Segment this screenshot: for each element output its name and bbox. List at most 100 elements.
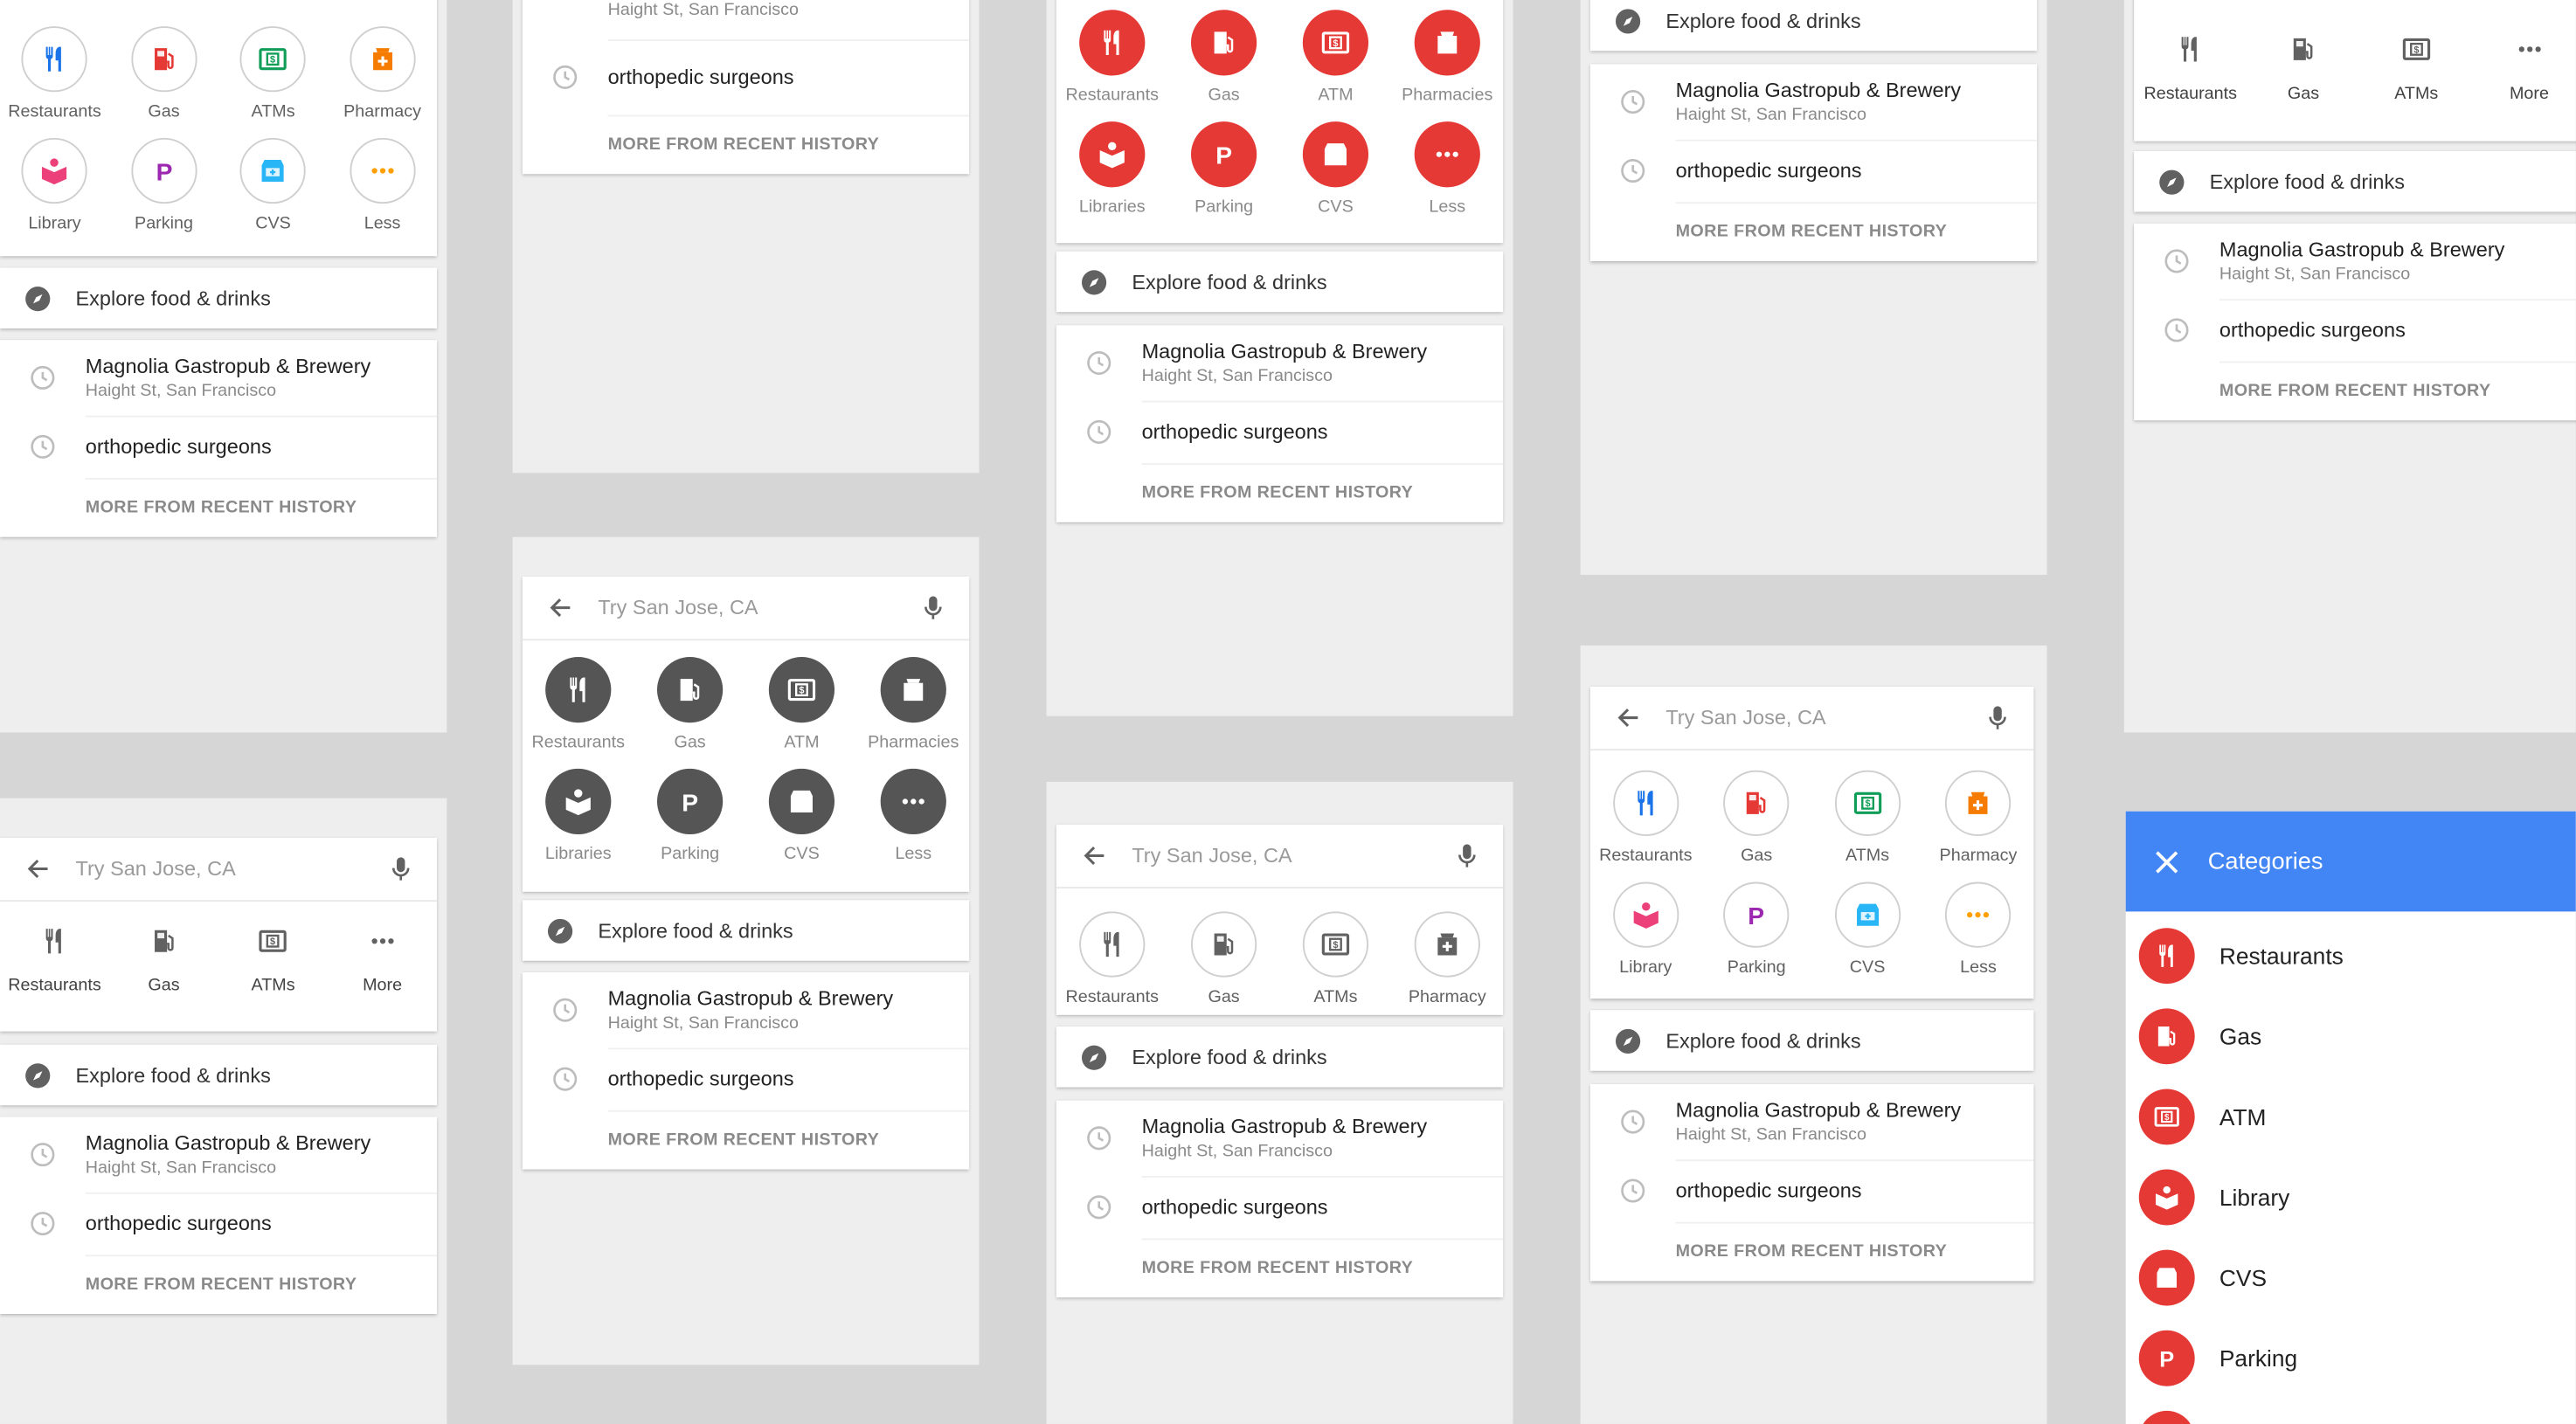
history-item[interactable]: orthopedic surgeons <box>1056 1176 1504 1240</box>
history-item[interactable]: Magnolia Gastropub & Brewery Haight St, S… <box>1056 325 1504 402</box>
history-item[interactable]: orthopedic surgeons <box>523 1047 970 1111</box>
category-atms[interactable]: $ ATMs <box>218 902 328 1018</box>
category-atm[interactable]: $ ATM <box>746 650 858 762</box>
category-library[interactable]: Library <box>1590 875 1701 987</box>
categories-item-library[interactable]: Library <box>2126 1157 2576 1237</box>
category-less[interactable]: Less <box>328 131 437 243</box>
category-gas[interactable]: Gas <box>2247 10 2359 126</box>
history-item[interactable]: orthopedic surgeons <box>0 416 438 480</box>
more-history-link[interactable]: MORE FROM RECENT HISTORY <box>0 478 437 537</box>
explore-row[interactable]: Explore food & drinks <box>1590 0 2037 51</box>
explore-card[interactable]: Explore food & drinks <box>1056 251 1504 313</box>
history-item[interactable]: orthopedic surgeons <box>0 1192 438 1256</box>
history-item[interactable]: Magnolia Gastropub & Brewery Haight St, S… <box>523 972 970 1049</box>
category-less[interactable]: Less <box>1391 115 1503 227</box>
voice-search-button[interactable] <box>1430 825 1503 887</box>
category-atms[interactable]: $ ATMs <box>218 20 328 132</box>
voice-search-button[interactable] <box>364 838 437 900</box>
search-input[interactable]: Try San Jose, CA <box>1132 844 1430 867</box>
history-item[interactable]: Magnolia Gastropub & Brewery Haight St, S… <box>1590 64 2038 141</box>
category-cvs[interactable]: CVS <box>1280 115 1392 227</box>
category-gas[interactable]: Gas <box>1168 3 1280 115</box>
history-item[interactable]: orthopedic surgeons <box>2134 299 2576 363</box>
category-parking[interactable]: P Parking <box>109 131 218 243</box>
categories-item-partial[interactable] <box>2126 1398 2576 1424</box>
more-history-link[interactable]: MORE FROM RECENT HISTORY <box>2134 362 2576 421</box>
category-less[interactable]: Less <box>1923 875 2034 987</box>
close-button[interactable] <box>2126 850 2208 873</box>
more-history-link[interactable]: MORE FROM RECENT HISTORY <box>1590 202 2037 261</box>
explore-card[interactable]: Explore food & drinks <box>1589 1010 2034 1071</box>
categories-item-atm[interactable]: $ ATM <box>2126 1075 2576 1156</box>
category-restaurants[interactable]: Restaurants <box>1590 764 1701 875</box>
back-button[interactable] <box>1590 687 1665 749</box>
explore-row[interactable]: Explore food & drinks <box>1056 1027 1503 1088</box>
explore-card[interactable]: Explore food & drinks <box>2134 150 2576 212</box>
more-history-link[interactable]: MORE FROM RECENT HISTORY <box>1056 463 1503 522</box>
more-history-link[interactable]: MORE FROM RECENT HISTORY <box>1056 1239 1503 1298</box>
category-parking[interactable]: P Parking <box>1168 115 1280 227</box>
explore-card[interactable]: Explore food & drinks <box>0 267 438 328</box>
explore-row[interactable]: Explore food & drinks <box>1056 252 1503 313</box>
category-pharmacy[interactable]: Pharmacy <box>1923 764 2034 875</box>
category-libraries[interactable]: Libraries <box>523 762 634 874</box>
category-restaurants[interactable]: Restaurants <box>0 20 109 132</box>
category-more[interactable]: More <box>2473 10 2576 126</box>
category-gas[interactable]: Gas <box>109 20 218 132</box>
search-input[interactable]: Try San Jose, CA <box>75 857 364 880</box>
categories-item-restaurants[interactable]: Restaurants <box>2126 915 2576 995</box>
category-atms[interactable]: $ ATMs <box>1812 764 1923 875</box>
back-button[interactable] <box>523 577 598 639</box>
history-item[interactable]: orthopedic surgeons <box>523 39 970 116</box>
category-restaurants[interactable]: Restaurants <box>2134 10 2247 126</box>
category-libraries[interactable]: Libraries <box>1056 115 1168 227</box>
category-cvs[interactable]: CVS <box>746 762 858 874</box>
category-restaurants[interactable]: Restaurants <box>1056 905 1168 1017</box>
more-history-link[interactable]: MORE FROM RECENT HISTORY <box>0 1255 437 1314</box>
category-pharmacies[interactable]: Pharmacies <box>857 650 969 762</box>
search-input[interactable]: Try San Jose, CA <box>1665 706 1961 729</box>
category-pharmacy[interactable]: Pharmacy <box>328 20 437 132</box>
explore-row[interactable]: Explore food & drinks <box>0 1045 437 1106</box>
search-input[interactable]: Try San Jose, CA <box>598 596 897 619</box>
category-atms[interactable]: $ ATMs <box>1280 905 1392 1017</box>
category-more[interactable]: More <box>328 902 437 1018</box>
more-history-link[interactable]: MORE FROM RECENT HISTORY <box>1590 1222 2034 1282</box>
category-library[interactable]: Library <box>0 131 109 243</box>
history-item[interactable]: orthopedic surgeons <box>1590 140 2038 204</box>
category-gas[interactable]: Gas <box>1701 764 1812 875</box>
category-cvs[interactable]: CVS <box>1812 875 1923 987</box>
categories-item-cvs[interactable]: CVS <box>2126 1237 2576 1317</box>
explore-row[interactable]: Explore food & drinks <box>0 267 437 328</box>
back-button[interactable] <box>0 838 75 900</box>
category-gas[interactable]: Gas <box>1168 905 1280 1017</box>
history-item[interactable]: orthopedic surgeons <box>1590 1159 2034 1223</box>
back-button[interactable] <box>1056 825 1132 887</box>
category-restaurants[interactable]: Restaurants <box>0 902 109 1018</box>
category-restaurants[interactable]: Restaurants <box>1056 3 1168 115</box>
category-pharmacies[interactable]: Pharmacies <box>1391 3 1503 115</box>
explore-card[interactable]: Explore food & drinks <box>1056 1027 1504 1088</box>
explore-card[interactable]: Explore food & drinks <box>1589 0 2038 52</box>
category-atm[interactable]: $ ATM <box>1280 3 1392 115</box>
categories-item-gas[interactable]: Gas <box>2126 995 2576 1075</box>
history-item[interactable]: Magnolia Gastropub & Brewery Haight St, S… <box>0 340 438 417</box>
history-item[interactable]: Magnolia Gastropub & Brewery Haight St, S… <box>1056 1101 1504 1178</box>
category-parking[interactable]: P Parking <box>634 762 746 874</box>
voice-search-button[interactable] <box>1962 687 2034 749</box>
voice-search-button[interactable] <box>897 577 969 639</box>
category-atms[interactable]: $ ATMs <box>2360 10 2473 126</box>
category-pharmacy[interactable]: Pharmacy <box>1391 905 1503 1017</box>
category-gas[interactable]: Gas <box>634 650 746 762</box>
explore-row[interactable]: Explore food & drinks <box>2134 151 2576 212</box>
history-item[interactable]: orthopedic surgeons <box>1056 401 1504 465</box>
more-history-link[interactable]: MORE FROM RECENT HISTORY <box>523 115 969 175</box>
more-history-link[interactable]: MORE FROM RECENT HISTORY <box>523 1110 969 1170</box>
explore-row[interactable]: Explore food & drinks <box>523 900 969 961</box>
category-restaurants[interactable]: Restaurants <box>523 650 634 762</box>
category-less[interactable]: Less <box>857 762 969 874</box>
explore-card[interactable]: Explore food & drinks <box>0 1044 438 1106</box>
history-item[interactable]: Magnolia Gastropub & Brewery Haight St, S… <box>0 1116 438 1193</box>
category-gas[interactable]: Gas <box>109 902 218 1018</box>
categories-item-parking[interactable]: P Parking <box>2126 1317 2576 1398</box>
